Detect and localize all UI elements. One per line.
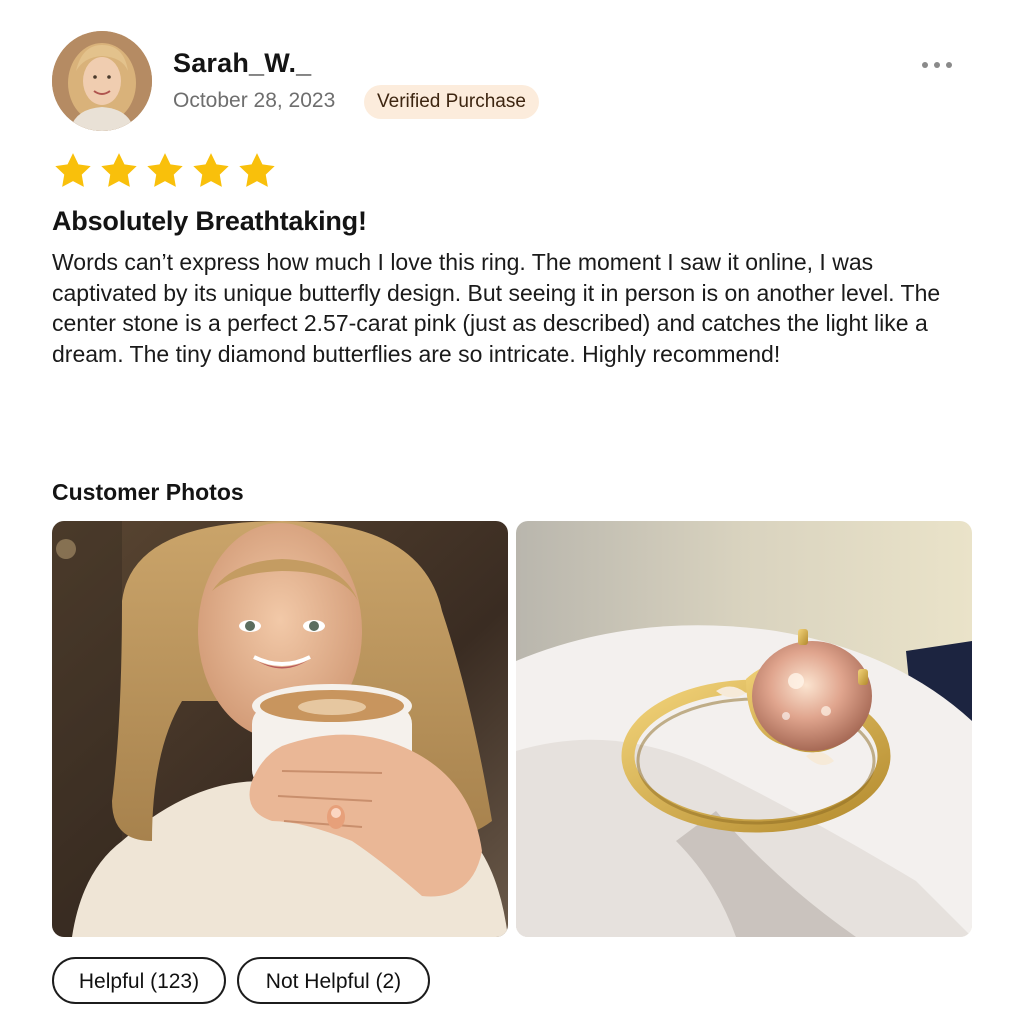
helpful-button[interactable]: Helpful (123)	[52, 957, 226, 1004]
menu-dot	[934, 62, 940, 68]
customer-photo-ring-closeup[interactable]	[516, 521, 972, 937]
customer-photos-heading: Customer Photos	[52, 479, 244, 505]
photo-2-image	[516, 521, 972, 937]
verified-purchase-badge: Verified Purchase	[364, 85, 539, 119]
star-icon	[144, 150, 186, 192]
avatar-image	[52, 31, 152, 131]
star-icon	[190, 150, 232, 192]
not-helpful-button[interactable]: Not Helpful (2)	[237, 957, 430, 1004]
menu-dot	[946, 62, 952, 68]
review-card: Sarah_W._ October 28, 2023 Verified Purc…	[0, 0, 1024, 1024]
star-rating	[52, 150, 278, 192]
more-options-icon[interactable]	[914, 54, 960, 76]
menu-dot	[922, 62, 928, 68]
reviewer-name[interactable]: Sarah_W._	[173, 48, 311, 79]
photo-1-image	[52, 521, 508, 937]
avatar[interactable]	[52, 31, 152, 131]
star-icon	[52, 150, 94, 192]
review-title: Absolutely Breathtaking!	[52, 206, 367, 236]
review-body: Words can’t express how much I love this…	[52, 249, 941, 367]
customer-photo-woman-with-cup[interactable]	[52, 521, 508, 937]
star-icon	[98, 150, 140, 192]
star-icon	[236, 150, 278, 192]
review-date: October 28, 2023	[173, 89, 336, 112]
